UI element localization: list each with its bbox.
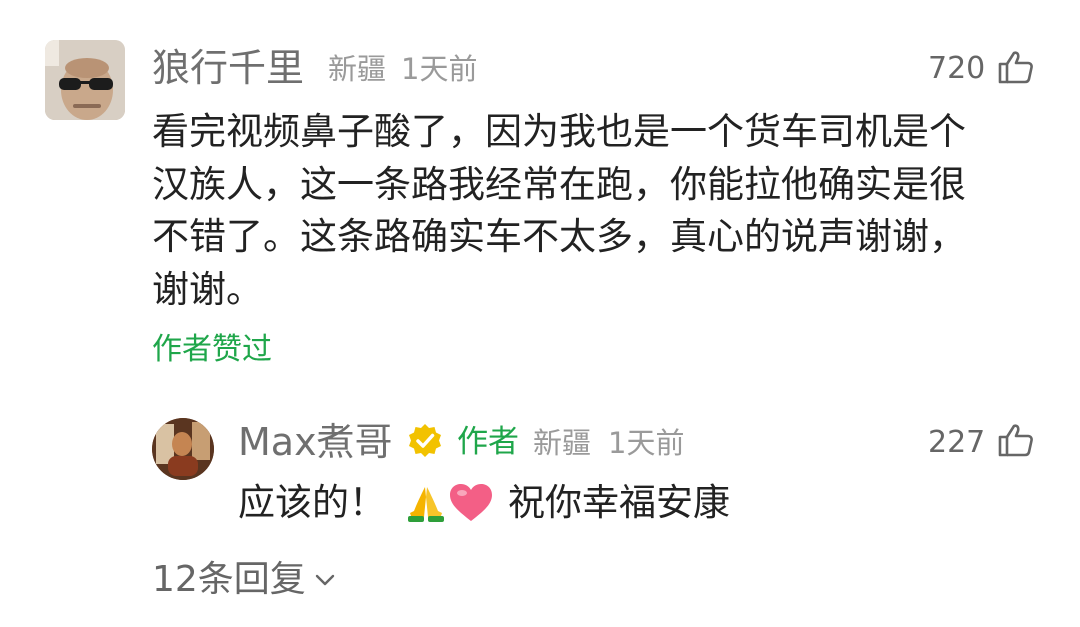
replies-count-label: 12条回复 — [152, 559, 306, 600]
verified-badge-icon — [406, 422, 444, 460]
comment-content-line: 谢谢。 — [152, 267, 263, 311]
comment-username[interactable]: 狼行千里 — [152, 44, 304, 92]
reply-content-prefix: 应该的！ — [238, 481, 386, 524]
reply-location: 新疆 — [533, 426, 592, 460]
thumbs-up-icon[interactable] — [997, 50, 1033, 84]
reply-content-suffix: 祝你幸福安康 — [508, 481, 730, 524]
comment-content-line: 看完视频鼻子酸了，因为我也是一个货车司机是个 — [152, 110, 966, 153]
pray-emoji-icon — [404, 483, 448, 523]
avatar-image — [45, 40, 125, 120]
chevron-down-icon — [312, 570, 338, 590]
avatar-image — [152, 418, 214, 480]
reply-content: 应该的！ 祝你幸福安康 — [238, 478, 730, 528]
reply-avatar[interactable] — [152, 418, 214, 480]
heart-emoji-icon — [448, 483, 494, 523]
comment-content-line: 不错了。这条路确实车不太多，真心的说声谢谢， — [152, 215, 966, 258]
comment-like-count: 720 — [928, 51, 986, 86]
reply-like-count: 227 — [928, 425, 986, 460]
author-tag: 作者 — [457, 424, 519, 460]
reply-username[interactable]: Max煮哥 — [238, 418, 393, 466]
comment-content-line: 汉族人，这一条路我经常在跑，你能拉他确实是很 — [152, 162, 966, 206]
reply-time: 1天前 — [608, 426, 685, 460]
replies-link[interactable]: 12条回复 — [152, 558, 338, 602]
comment-content: 看完视频鼻子酸了，因为我也是一个货车司机是个 汉族人，这一条路我经常在跑，你能拉… — [152, 106, 966, 316]
avatar[interactable] — [45, 40, 125, 120]
thumbs-up-icon[interactable] — [997, 423, 1033, 457]
author-liked-label: 作者赞过 — [152, 332, 272, 367]
comment-time: 1天前 — [401, 52, 478, 86]
comment-location: 新疆 — [328, 52, 387, 86]
